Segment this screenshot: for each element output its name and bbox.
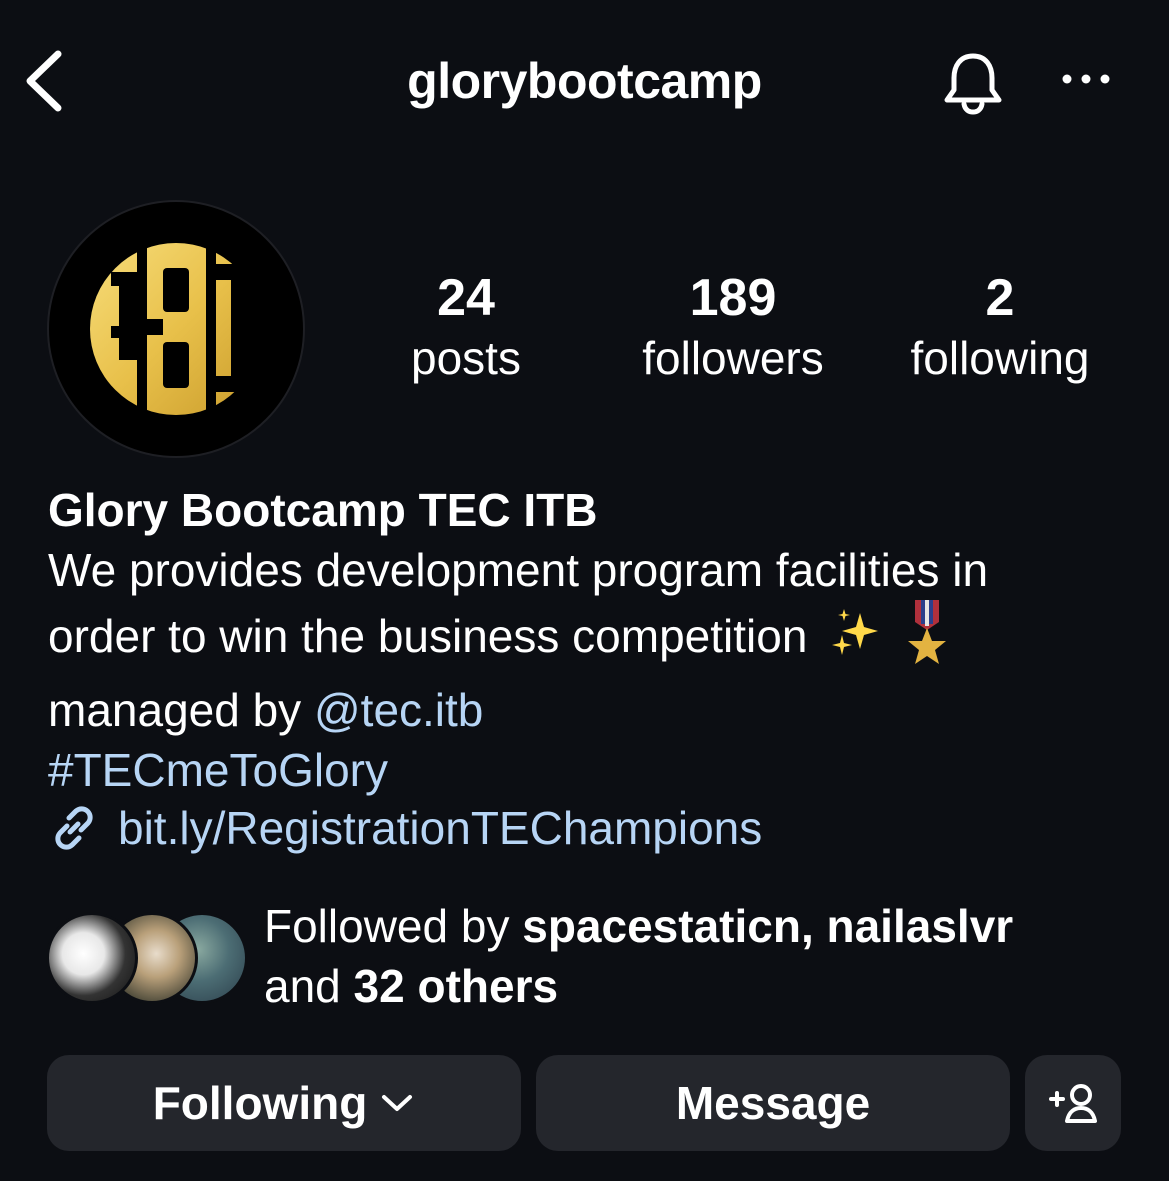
following-button-label: Following [152,1077,368,1129]
following-stat[interactable]: 2 following [886,268,1114,388]
followers-label: followers [642,332,824,384]
profile-display-name: Glory Bootcamp TEC ITB [48,484,598,536]
bio-managed-by-text: managed by [48,684,314,736]
website-link-text: bit.ly/RegistrationTEChampions [118,802,763,854]
gbc-logo [90,240,271,420]
posts-stat[interactable]: 24 posts [366,268,566,388]
message-button-label: Message [675,1077,871,1129]
bio-line: managed by @tec.itb [48,680,1138,740]
following-button[interactable]: Following [47,1055,521,1151]
mutual-others-count: 32 others [353,960,559,1012]
bio-section: Glory Bootcamp TEC ITB We provides devel… [48,480,1138,800]
mention-link[interactable]: @tec.itb [314,684,483,736]
notifications-button[interactable] [940,50,1006,116]
mutual-followers-avatars[interactable] [46,912,248,1004]
bio-line: We provides development program faciliti… [48,544,989,596]
followed-by-text[interactable]: Followed by spacestaticn, nailaslvr and … [264,896,1013,1016]
suggested-users-button[interactable] [1025,1055,1121,1151]
mutual-user-2: nailaslvr [826,900,1014,952]
sparkles-icon [830,607,882,673]
followed-by-and: and [264,960,354,1012]
mutual-user-1: spacestaticn [522,900,801,952]
add-person-icon [1049,1084,1097,1123]
bio-line: order to win the business competition [48,600,1138,680]
medal-icon [905,600,949,680]
profile-avatar[interactable] [47,200,305,458]
mutual-separator: , [800,900,827,952]
bell-icon [944,53,1002,115]
more-horizontal-icon [1062,74,1110,84]
following-count: 2 [985,269,1015,327]
website-link[interactable]: bit.ly/RegistrationTEChampions [48,798,762,858]
chevron-down-icon [382,1095,413,1111]
followers-stat[interactable]: 189 followers [622,268,844,388]
posts-count: 24 [437,269,495,327]
more-options-button[interactable] [1058,64,1114,94]
bio-line-text: order to win the business competition [48,610,808,663]
hashtag-link[interactable]: #TECmeToGlory [48,740,1138,800]
followers-count: 189 [689,269,777,327]
link-icon [55,806,93,850]
followed-by-prefix: Followed by [264,900,523,952]
profile-page: glorybootcamp 24 posts 189 followers 2 f… [0,0,1169,1181]
avatar [46,912,138,1004]
message-button[interactable]: Message [536,1055,1010,1151]
posts-label: posts [411,332,521,384]
following-label: following [910,332,1090,384]
